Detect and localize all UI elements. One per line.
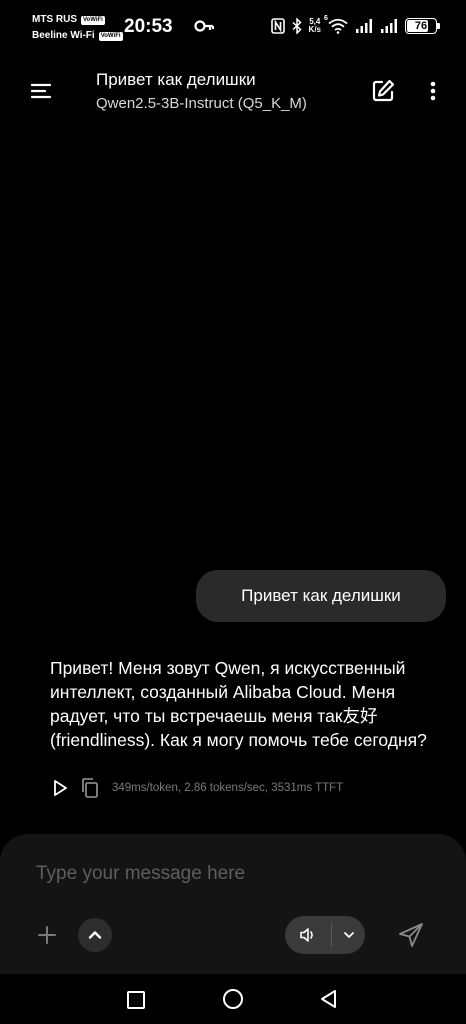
wifi-icon: 6 — [324, 15, 348, 34]
assistant-message: Привет! Меня зовут Qwen, я искусственный… — [50, 658, 427, 750]
battery-icon: 76 — [405, 18, 437, 34]
signal-icon — [355, 18, 373, 34]
chevron-up-icon — [86, 926, 104, 944]
more-vertical-icon[interactable] — [420, 76, 446, 106]
home-icon[interactable] — [222, 988, 244, 1010]
nfc-icon — [270, 18, 285, 34]
send-icon[interactable] — [396, 920, 426, 950]
carrier-info: MTS RUS VoWiFi Beeline Wi-Fi VoWiFi — [32, 12, 123, 44]
chat-header: Привет как делишки Qwen2.5-3B-Instruct (… — [96, 70, 307, 116]
voice-dropdown-button[interactable] — [332, 916, 365, 954]
signal-icon — [380, 18, 398, 34]
menu-icon[interactable] — [26, 76, 56, 106]
plus-icon[interactable] — [36, 924, 58, 946]
input-panel — [0, 834, 466, 974]
message-input[interactable] — [36, 860, 436, 888]
play-icon[interactable] — [50, 778, 70, 798]
back-icon[interactable] — [318, 988, 340, 1010]
voice-selector — [285, 916, 365, 954]
speaker-button[interactable] — [285, 916, 331, 954]
chat-title: Привет как делишки — [96, 70, 256, 89]
chevron-down-icon — [342, 928, 356, 942]
carrier-2: Beeline Wi-Fi — [32, 30, 95, 41]
volte-badge: VoWiFi — [81, 15, 105, 25]
copy-icon[interactable] — [80, 777, 100, 799]
generation-stats: 349ms/token, 2.86 tokens/sec, 3531ms TTF… — [112, 782, 344, 794]
key-icon — [194, 18, 214, 34]
chat-screen: MTS RUS VoWiFi Beeline Wi-Fi VoWiFi 20:5… — [0, 0, 466, 1024]
status-bar: MTS RUS VoWiFi Beeline Wi-Fi VoWiFi 20:5… — [0, 0, 466, 50]
model-name[interactable]: Qwen2.5-3B-Instruct (Q5_K_M) — [96, 92, 307, 116]
system-nav-bar — [0, 974, 466, 1024]
clock: 20:53 — [124, 16, 173, 37]
status-icons: 5,4 K/s 6 76 — [270, 14, 440, 38]
edit-icon[interactable] — [368, 76, 398, 106]
carrier-1: MTS RUS — [32, 14, 77, 25]
speaker-icon — [298, 925, 318, 945]
network-speed: 5,4 K/s — [308, 17, 321, 34]
recents-icon[interactable] — [126, 990, 146, 1010]
expand-button[interactable] — [78, 918, 112, 952]
user-message-bubble[interactable]: Привет как делишки — [196, 570, 446, 622]
bluetooth-icon — [292, 18, 302, 34]
top-app-bar: Привет как делишки Qwen2.5-3B-Instruct (… — [0, 60, 466, 120]
volte-badge: VoWiFi — [98, 31, 123, 41]
message-actions: 349ms/token, 2.86 tokens/sec, 3531ms TTF… — [50, 776, 343, 800]
